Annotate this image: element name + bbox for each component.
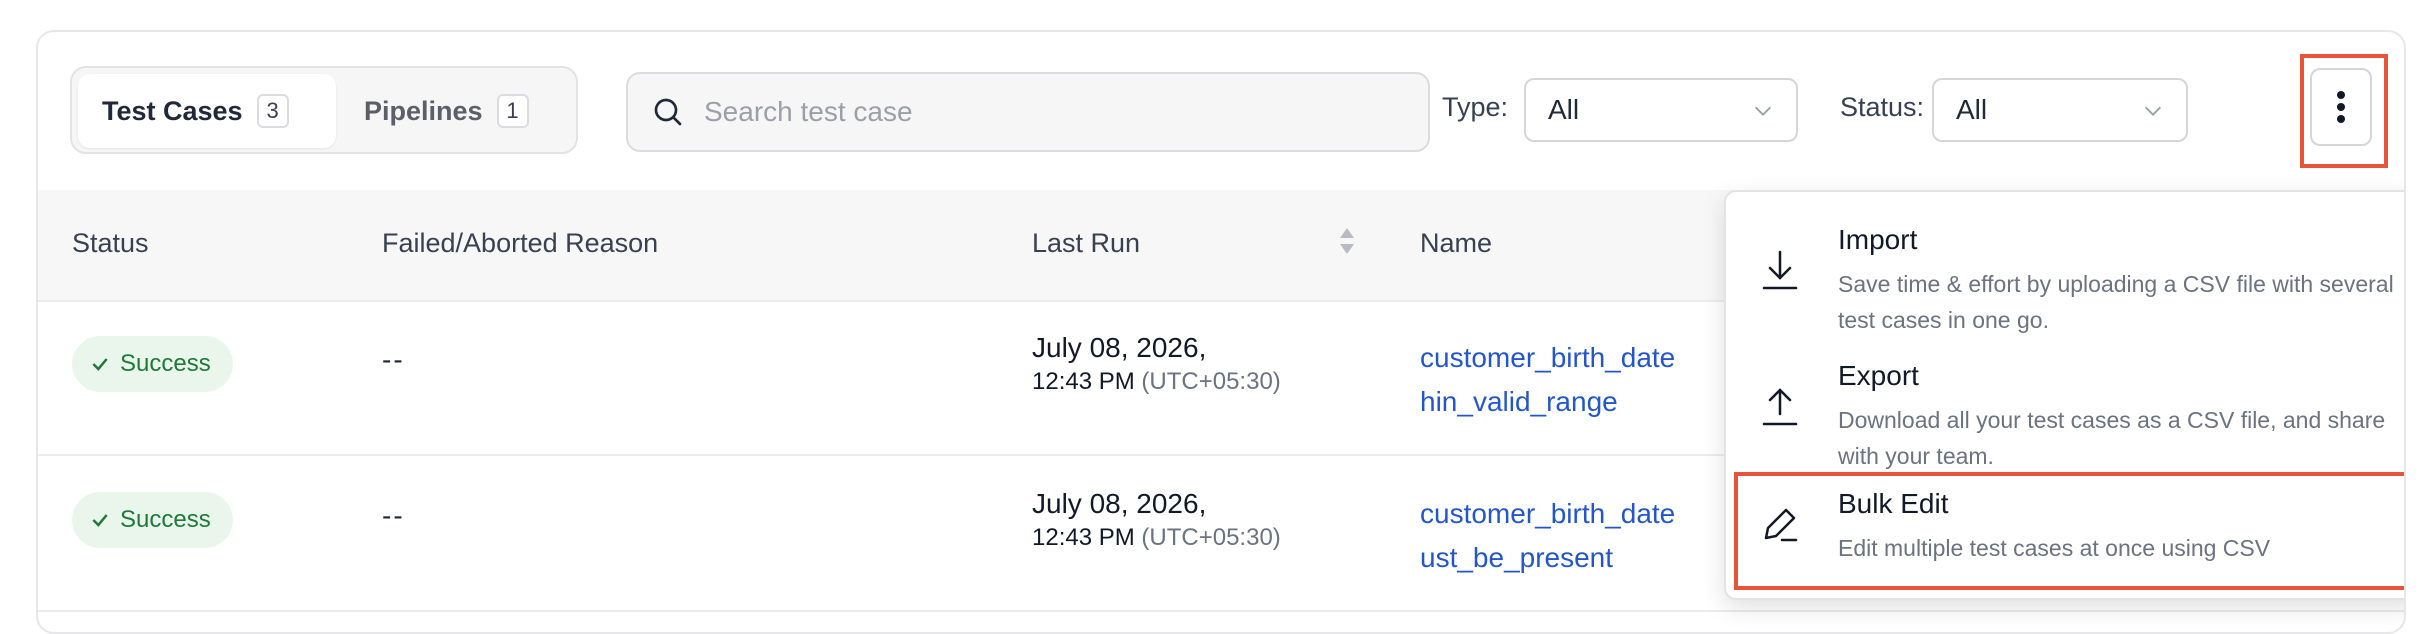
- menu-item-import[interactable]: Import Save time & effort by uploading a…: [1726, 192, 2404, 333]
- menu-item-export[interactable]: Export Download all your test cases as a…: [1726, 328, 2404, 469]
- last-run-time: 12:43 PM (UTC+05:30): [1032, 524, 1281, 552]
- menu-item-description: Download all your test cases as a CSV fi…: [1838, 407, 2386, 469]
- timezone: (UTC+05:30): [1141, 368, 1281, 395]
- pencil-icon: [1764, 508, 1798, 542]
- status-filter-select[interactable]: All: [1932, 78, 2188, 142]
- upload-icon: [1762, 388, 1798, 426]
- chevron-down-icon: [2145, 106, 2161, 116]
- menu-item-title: Export: [1838, 360, 1919, 391]
- status-badge: Success: [72, 492, 233, 548]
- name-line: ust_be_present: [1420, 542, 1614, 573]
- tab-count-badge: 3: [256, 94, 289, 128]
- status-text: Success: [120, 506, 211, 533]
- name-line: hin_valid_range: [1420, 386, 1618, 417]
- name-line: customer_birth_date: [1420, 342, 1676, 373]
- last-run-time: 12:43 PM (UTC+05:30): [1032, 368, 1281, 396]
- column-header-last-run[interactable]: Last Run: [1032, 228, 1140, 259]
- status-filter-label: Status:: [1840, 92, 1925, 122]
- column-header-reason[interactable]: Failed/Aborted Reason: [382, 228, 658, 259]
- reason-text: --: [382, 500, 405, 531]
- search-input[interactable]: [702, 95, 1406, 129]
- search-icon: [654, 98, 682, 126]
- column-header-name[interactable]: Name: [1420, 228, 1492, 259]
- type-filter-value: All: [1548, 94, 1580, 125]
- menu-item-title: Import: [1838, 224, 1918, 255]
- menu-item-description: Edit multiple test cases at once using C…: [1838, 535, 2271, 561]
- more-vertical-icon: [2337, 91, 2345, 123]
- column-header-status[interactable]: Status: [72, 228, 149, 259]
- name-line: customer_birth_date: [1420, 498, 1676, 529]
- more-options-menu: Import Save time & effort by uploading a…: [1724, 190, 2404, 600]
- test-case-name-link[interactable]: customer_birth_date hin_valid_range: [1420, 336, 1675, 424]
- view-tabs: Test Cases 3 Pipelines 1: [70, 66, 578, 154]
- status-filter-value: All: [1956, 94, 1988, 125]
- test-cases-card: Test Cases 3 Pipelines 1 Type: All Statu…: [36, 30, 2406, 634]
- menu-item-title: Bulk Edit: [1838, 488, 1949, 519]
- reason-text: --: [382, 344, 405, 375]
- time-value: 12:43 PM: [1032, 368, 1135, 395]
- check-icon: [92, 514, 108, 527]
- tab-count-badge: 1: [496, 94, 529, 128]
- search-box: [626, 72, 1430, 152]
- type-filter-label: Type:: [1442, 92, 1509, 122]
- tab-pipelines[interactable]: Pipelines 1: [340, 74, 570, 148]
- status-badge: Success: [72, 336, 233, 392]
- menu-item-bulk-edit[interactable]: Bulk Edit Edit multiple test cases at on…: [1734, 472, 2404, 590]
- tab-label: Test Cases: [102, 95, 243, 126]
- tab-test-cases[interactable]: Test Cases 3: [78, 74, 336, 148]
- timezone: (UTC+05:30): [1141, 524, 1281, 551]
- tab-label: Pipelines: [364, 95, 483, 126]
- time-value: 12:43 PM: [1032, 524, 1135, 551]
- sort-icon[interactable]: [1338, 226, 1356, 256]
- chevron-down-icon: [1755, 106, 1771, 116]
- download-icon: [1762, 250, 1798, 290]
- status-text: Success: [120, 350, 211, 377]
- check-icon: [92, 358, 108, 371]
- last-run-date: July 08, 2026,: [1032, 332, 1207, 363]
- more-options-button[interactable]: [2310, 68, 2372, 146]
- last-run-date: July 08, 2026,: [1032, 488, 1207, 519]
- test-case-name-link[interactable]: customer_birth_date ust_be_present: [1420, 492, 1675, 580]
- type-filter-select[interactable]: All: [1524, 78, 1798, 142]
